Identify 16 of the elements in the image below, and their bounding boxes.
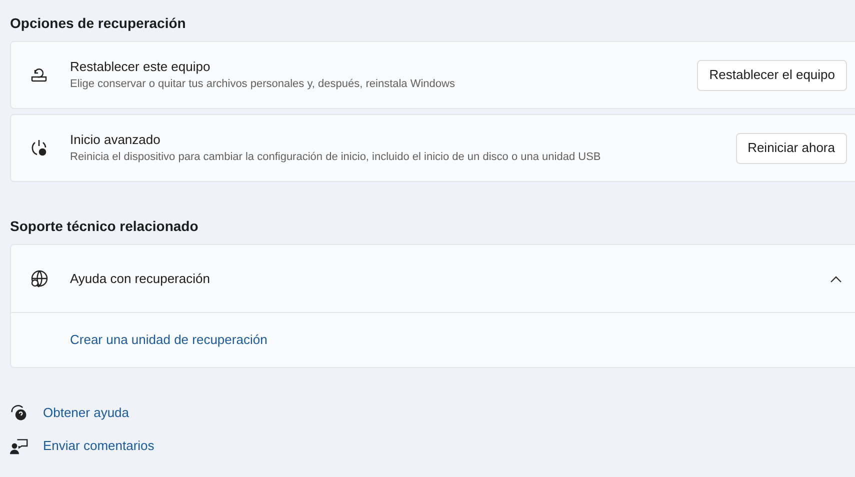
globe-search-icon [29, 268, 49, 288]
section-heading: Soporte técnico relacionado [10, 217, 200, 236]
card-description: Reinicia el dispositivo para cambiar la configuración de inicio, incluido el inicio de un disco o una unidad USB [70, 150, 602, 165]
recovery-link[interactable]: Crear una unidad de recuperación [70, 330, 268, 350]
section-heading: Opciones de recuperación [10, 14, 187, 33]
footer-link[interactable]: Enviar comentarios [43, 436, 154, 456]
chevron-up-icon[interactable] [830, 274, 842, 282]
person-feedback-icon [10, 437, 28, 455]
card-description: Elige conservar o quitar tus archivos personales y, después, reinstala Windows [70, 77, 456, 92]
expander-title: Ayuda con recuperación [70, 270, 211, 288]
footer-link[interactable]: Obtener ayuda [43, 403, 130, 423]
action-button[interactable]: Restablecer el equipo [697, 60, 847, 90]
card-title: Inicio avanzado [70, 131, 162, 149]
action-button[interactable]: Reiniciar ahora [736, 132, 847, 164]
help-chat-icon [10, 404, 28, 422]
card-title: Restablecer este equipo [70, 58, 212, 76]
